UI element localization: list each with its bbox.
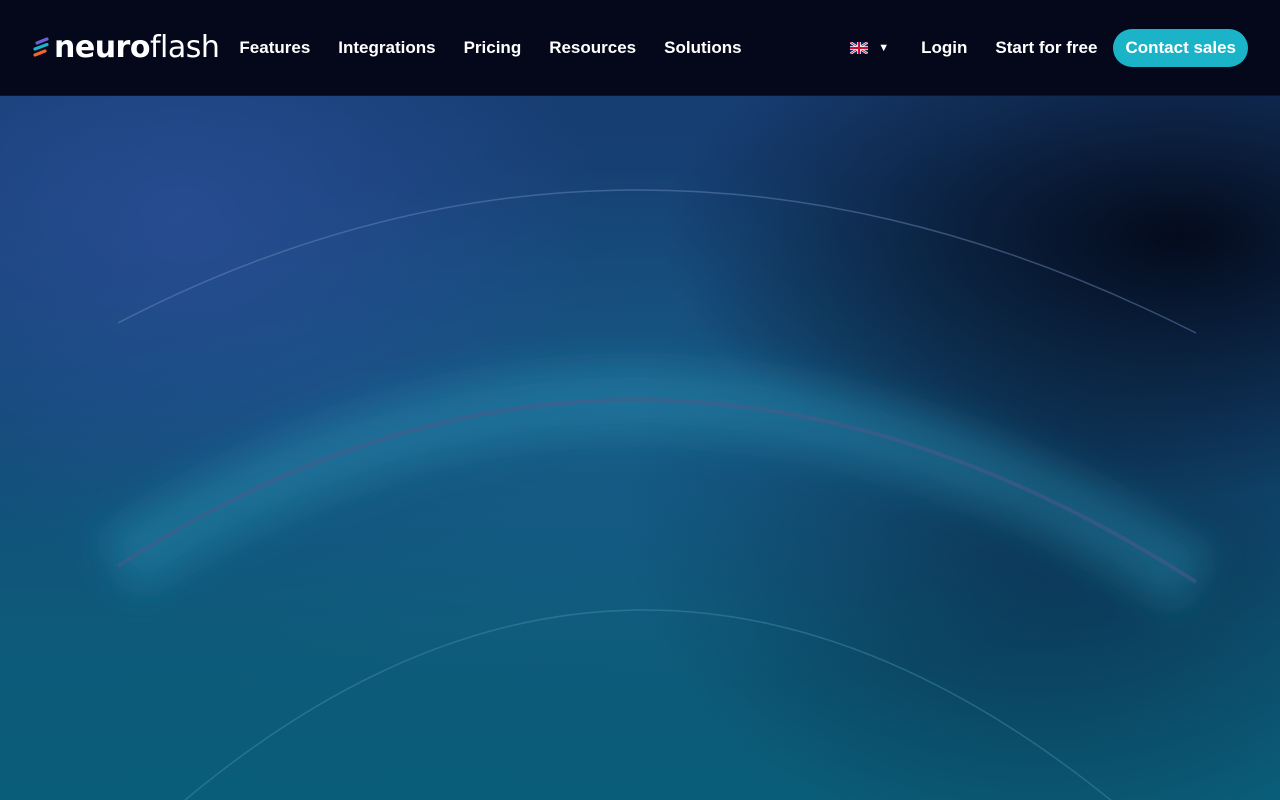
brand-wordmark: neuroflash — [54, 29, 220, 65]
nav-link-resources[interactable]: Resources — [549, 38, 636, 58]
brand-name-bold: neuro — [54, 29, 150, 65]
top-navigation-bar: neuroflash Features Integrations Pricing… — [0, 0, 1280, 96]
login-link[interactable]: Login — [921, 38, 967, 58]
brand-name-light: flash — [149, 29, 220, 65]
hero-section — [0, 96, 1280, 800]
nav-link-integrations[interactable]: Integrations — [338, 38, 435, 58]
hero-arc-top — [117, 189, 1197, 334]
nav-link-features[interactable]: Features — [239, 38, 310, 58]
contact-sales-button[interactable]: Contact sales — [1113, 28, 1248, 67]
language-selector[interactable]: ▼ — [850, 41, 890, 54]
nav-link-solutions[interactable]: Solutions — [664, 38, 741, 58]
page: neuroflash Features Integrations Pricing… — [0, 0, 1280, 800]
chevron-down-icon: ▼ — [878, 41, 890, 54]
nav-link-pricing[interactable]: Pricing — [464, 38, 522, 58]
neuroflash-logo-icon — [33, 36, 49, 57]
hero-arc-bottom — [184, 609, 1112, 800]
start-for-free-link[interactable]: Start for free — [995, 38, 1097, 58]
brand-logo[interactable]: neuroflash — [32, 28, 220, 68]
hero-background-arcs — [98, 189, 1215, 800]
nav-actions: ▼ Login Start for free Contact sales — [850, 28, 1248, 67]
uk-flag-icon — [850, 41, 869, 54]
primary-nav: Features Integrations Pricing Resources … — [239, 38, 769, 58]
